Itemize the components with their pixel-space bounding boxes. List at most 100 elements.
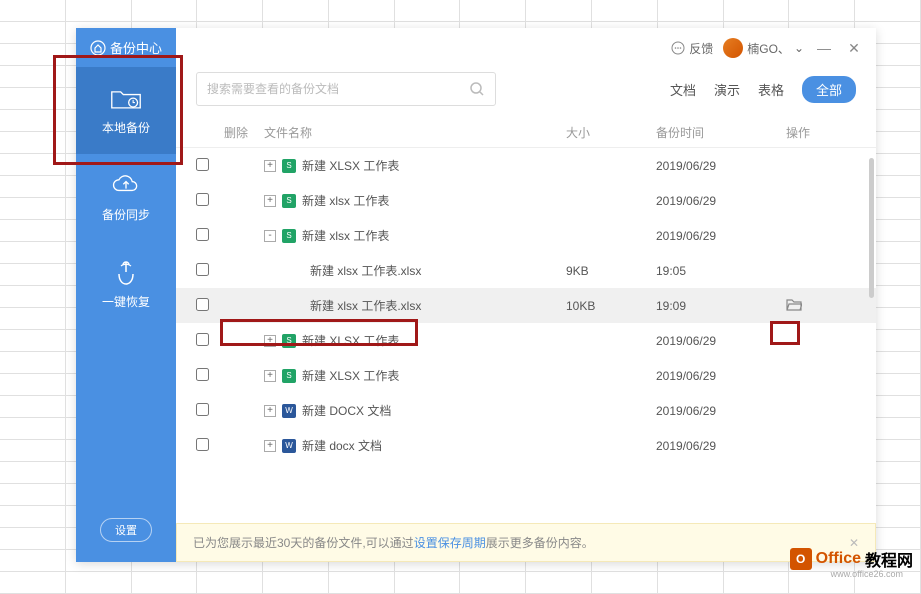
list-body: +S新建 XLSX 工作表2019/06/29+S新建 xlsx 工作表2019… bbox=[176, 148, 876, 523]
footer-text: 已为您展示最近30天的备份文件,可以通过 bbox=[193, 534, 414, 551]
list-header: 删除 文件名称 大小 备份时间 操作 bbox=[176, 118, 876, 148]
toolbar: 文档 演示 表格 全部 bbox=[176, 68, 876, 118]
expand-icon[interactable]: + bbox=[264, 160, 276, 172]
row-checkbox[interactable] bbox=[196, 368, 209, 381]
sidebar-item-sync[interactable]: 备份同步 bbox=[76, 154, 176, 241]
titlebar: 反馈 楠GO、 ⌄ — ✕ bbox=[176, 28, 876, 68]
backup-time: 2019/06/29 bbox=[656, 439, 786, 453]
chat-icon bbox=[671, 41, 685, 55]
row-checkbox[interactable] bbox=[196, 438, 209, 451]
feedback-button[interactable]: 反馈 bbox=[671, 40, 713, 57]
table-row[interactable]: + W 新建 docx 文档 2019/06/29 bbox=[176, 428, 876, 463]
file-name-cell: -S新建 xlsx 工作表 bbox=[264, 227, 566, 244]
open-folder-icon[interactable] bbox=[786, 297, 802, 311]
search-box[interactable] bbox=[196, 72, 496, 106]
table-row[interactable]: 新建 xlsx 工作表.xlsx9KB19:05 bbox=[176, 253, 876, 288]
xlsx-icon: S bbox=[282, 194, 296, 208]
file-name-text: 新建 xlsx 工作表 bbox=[302, 192, 389, 209]
col-name: 文件名称 bbox=[264, 124, 566, 141]
expand-icon[interactable]: + bbox=[264, 440, 276, 452]
file-name-cell: +S新建 XLSX 工作表 bbox=[264, 157, 566, 174]
file-name-text: 新建 DOCX 文档 bbox=[302, 402, 391, 419]
file-name-text: 新建 xlsx 工作表.xlsx bbox=[310, 297, 421, 314]
filter-sheet[interactable]: 表格 bbox=[758, 80, 784, 99]
filter-doc[interactable]: 文档 bbox=[670, 80, 696, 99]
cloud-icon bbox=[110, 172, 142, 200]
row-checkbox[interactable] bbox=[196, 158, 209, 171]
chevron-down-icon: ⌄ bbox=[794, 41, 804, 55]
footer-text: 展示更多备份内容。 bbox=[486, 534, 594, 551]
filter-slide[interactable]: 演示 bbox=[714, 80, 740, 99]
expand-icon[interactable]: + bbox=[264, 335, 276, 347]
backup-center-window: 备份中心 本地备份 备份同步 一键恢复 设置 bbox=[76, 28, 876, 562]
minimize-button[interactable]: — bbox=[814, 40, 834, 56]
folder-icon bbox=[110, 85, 142, 113]
col-delete: 删除 bbox=[224, 124, 264, 141]
file-name-text: 新建 docx 文档 bbox=[302, 437, 382, 454]
expand-icon[interactable]: + bbox=[264, 195, 276, 207]
collapse-icon[interactable]: - bbox=[264, 230, 276, 242]
search-icon[interactable] bbox=[469, 81, 485, 97]
file-name-text: 新建 XLSX 工作表 bbox=[302, 367, 399, 384]
xlsx-icon: S bbox=[282, 229, 296, 243]
main-panel: 反馈 楠GO、 ⌄ — ✕ 文档 演示 表格 全部 bbox=[176, 28, 876, 562]
sidebar-title-text: 备份中心 bbox=[110, 38, 162, 57]
watermark: O Office教程网 www.office26.com bbox=[790, 547, 913, 571]
sidebar: 备份中心 本地备份 备份同步 一键恢复 设置 bbox=[76, 28, 176, 562]
row-checkbox[interactable] bbox=[196, 298, 209, 311]
backup-time: 2019/06/29 bbox=[656, 334, 786, 348]
row-checkbox[interactable] bbox=[196, 333, 209, 346]
avatar bbox=[723, 38, 743, 58]
scrollbar[interactable] bbox=[868, 148, 876, 523]
backup-time: 2019/06/29 bbox=[656, 404, 786, 418]
docx-icon: W bbox=[282, 404, 296, 418]
file-size: 10KB bbox=[566, 299, 656, 313]
file-size: 9KB bbox=[566, 264, 656, 278]
table-row[interactable]: +S新建 XLSX 工作表 2019/06/29 bbox=[176, 148, 876, 183]
touch-icon bbox=[110, 259, 142, 287]
file-name-cell: + S 新建 XLSX 工作表 bbox=[264, 367, 566, 384]
backup-time: 2019/06/29 bbox=[656, 229, 786, 243]
table-row[interactable]: + S 新建 xlsx 工作表 2019/06/29 bbox=[176, 183, 876, 218]
file-name-cell: + W 新建 DOCX 文档 bbox=[264, 402, 566, 419]
close-button[interactable]: ✕ bbox=[844, 40, 864, 57]
filter-tabs: 文档 演示 表格 全部 bbox=[670, 76, 856, 103]
row-checkbox[interactable] bbox=[196, 263, 209, 276]
sidebar-item-label: 本地备份 bbox=[102, 119, 150, 136]
xlsx-icon: S bbox=[282, 369, 296, 383]
sidebar-item-local-backup[interactable]: 本地备份 bbox=[76, 67, 176, 154]
file-name-text: 新建 xlsx 工作表.xlsx bbox=[310, 262, 421, 279]
table-row[interactable]: -S新建 xlsx 工作表 2019/06/29 bbox=[176, 218, 876, 253]
docx-icon: W bbox=[282, 439, 296, 453]
user-name: 楠GO、 bbox=[747, 40, 790, 57]
backup-time: 2019/06/29 bbox=[656, 159, 786, 173]
table-row[interactable]: +S新建 XLSX 工作表2019/06/29 bbox=[176, 323, 876, 358]
row-checkbox[interactable] bbox=[196, 403, 209, 416]
feedback-label: 反馈 bbox=[689, 40, 713, 57]
expand-icon[interactable]: + bbox=[264, 405, 276, 417]
sidebar-item-label: 备份同步 bbox=[102, 206, 150, 223]
row-checkbox[interactable] bbox=[196, 228, 209, 241]
file-name-cell: + W 新建 docx 文档 bbox=[264, 437, 566, 454]
backup-time: 2019/06/29 bbox=[656, 194, 786, 208]
footer-notice: 已为您展示最近30天的备份文件,可以通过 设置保存周期 展示更多备份内容。 ✕ bbox=[176, 523, 876, 562]
home-icon bbox=[90, 40, 106, 56]
footer-link[interactable]: 设置保存周期 bbox=[414, 534, 486, 551]
file-name-cell: + S 新建 xlsx 工作表 bbox=[264, 192, 566, 209]
table-row[interactable]: 新建 xlsx 工作表.xlsx10KB19:09 bbox=[176, 288, 876, 323]
col-op: 操作 bbox=[786, 124, 856, 141]
xlsx-icon: S bbox=[282, 334, 296, 348]
filter-all[interactable]: 全部 bbox=[802, 76, 856, 103]
table-row[interactable]: + S 新建 XLSX 工作表 2019/06/29 bbox=[176, 358, 876, 393]
settings-button[interactable]: 设置 bbox=[100, 518, 152, 542]
backup-time: 2019/06/29 bbox=[656, 369, 786, 383]
user-menu[interactable]: 楠GO、 ⌄ bbox=[723, 38, 804, 58]
col-size: 大小 bbox=[566, 124, 656, 141]
search-input[interactable] bbox=[207, 82, 469, 96]
file-name-cell: +S新建 XLSX 工作表 bbox=[264, 332, 566, 349]
row-checkbox[interactable] bbox=[196, 193, 209, 206]
expand-icon[interactable]: + bbox=[264, 370, 276, 382]
sidebar-item-restore[interactable]: 一键恢复 bbox=[76, 241, 176, 328]
table-row[interactable]: + W 新建 DOCX 文档 2019/06/29 bbox=[176, 393, 876, 428]
file-name-cell: 新建 xlsx 工作表.xlsx bbox=[264, 297, 566, 314]
